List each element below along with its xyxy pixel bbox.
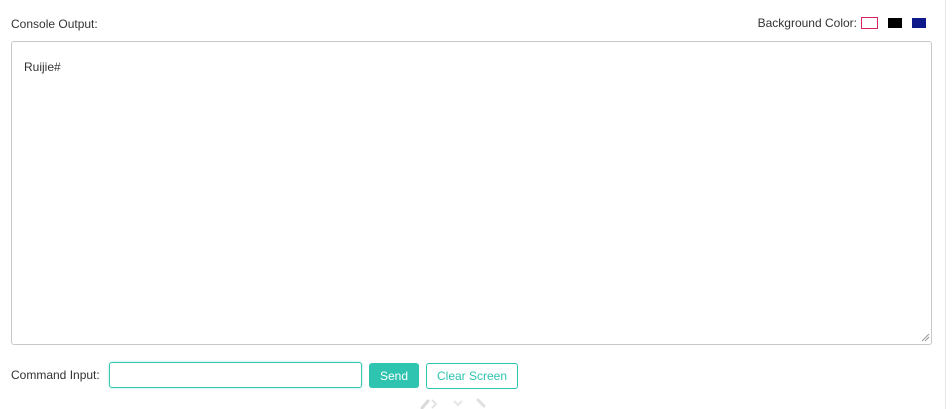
resize-grip-icon[interactable] bbox=[920, 332, 930, 342]
console-page: Console Output: Background Color: Ruijie… bbox=[0, 0, 952, 409]
scrollbar-divider bbox=[945, 0, 946, 409]
background-swatch-navy[interactable] bbox=[912, 18, 926, 28]
command-input-label: Command Input: bbox=[11, 368, 100, 382]
background-color-label: Background Color: bbox=[757, 16, 857, 30]
console-output-label: Console Output: bbox=[11, 17, 98, 31]
background-swatch-black[interactable] bbox=[888, 18, 902, 28]
command-input[interactable] bbox=[109, 362, 362, 388]
send-button[interactable]: Send bbox=[369, 363, 419, 388]
background-swatch-white[interactable] bbox=[861, 17, 878, 29]
background-color-picker: Background Color: bbox=[758, 16, 926, 30]
loading-spinner-icon bbox=[420, 398, 486, 409]
clear-screen-button[interactable]: Clear Screen bbox=[426, 363, 518, 389]
console-output-area[interactable]: Ruijie# bbox=[11, 41, 932, 345]
